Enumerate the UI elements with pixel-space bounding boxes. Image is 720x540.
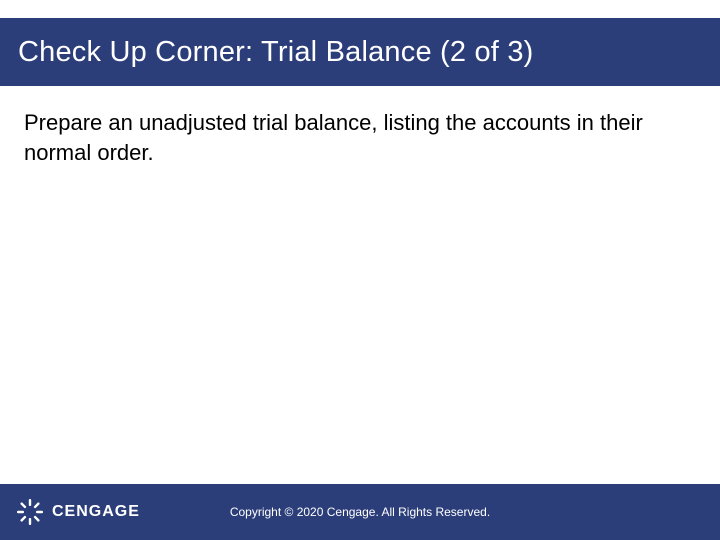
- slide-title-bar: Check Up Corner: Trial Balance (2 of 3): [0, 0, 720, 86]
- slide-body: Prepare an unadjusted trial balance, lis…: [0, 86, 720, 167]
- cengage-burst-icon: [16, 498, 44, 526]
- instruction-text: Prepare an unadjusted trial balance, lis…: [24, 108, 696, 167]
- slide-footer: CENGAGE Copyright © 2020 Cengage. All Ri…: [0, 484, 720, 540]
- brand-logo: CENGAGE: [16, 498, 140, 526]
- slide-title: Check Up Corner: Trial Balance (2 of 3): [18, 36, 534, 69]
- brand-name: CENGAGE: [52, 503, 140, 521]
- copyright-text: Copyright © 2020 Cengage. All Rights Res…: [230, 505, 490, 519]
